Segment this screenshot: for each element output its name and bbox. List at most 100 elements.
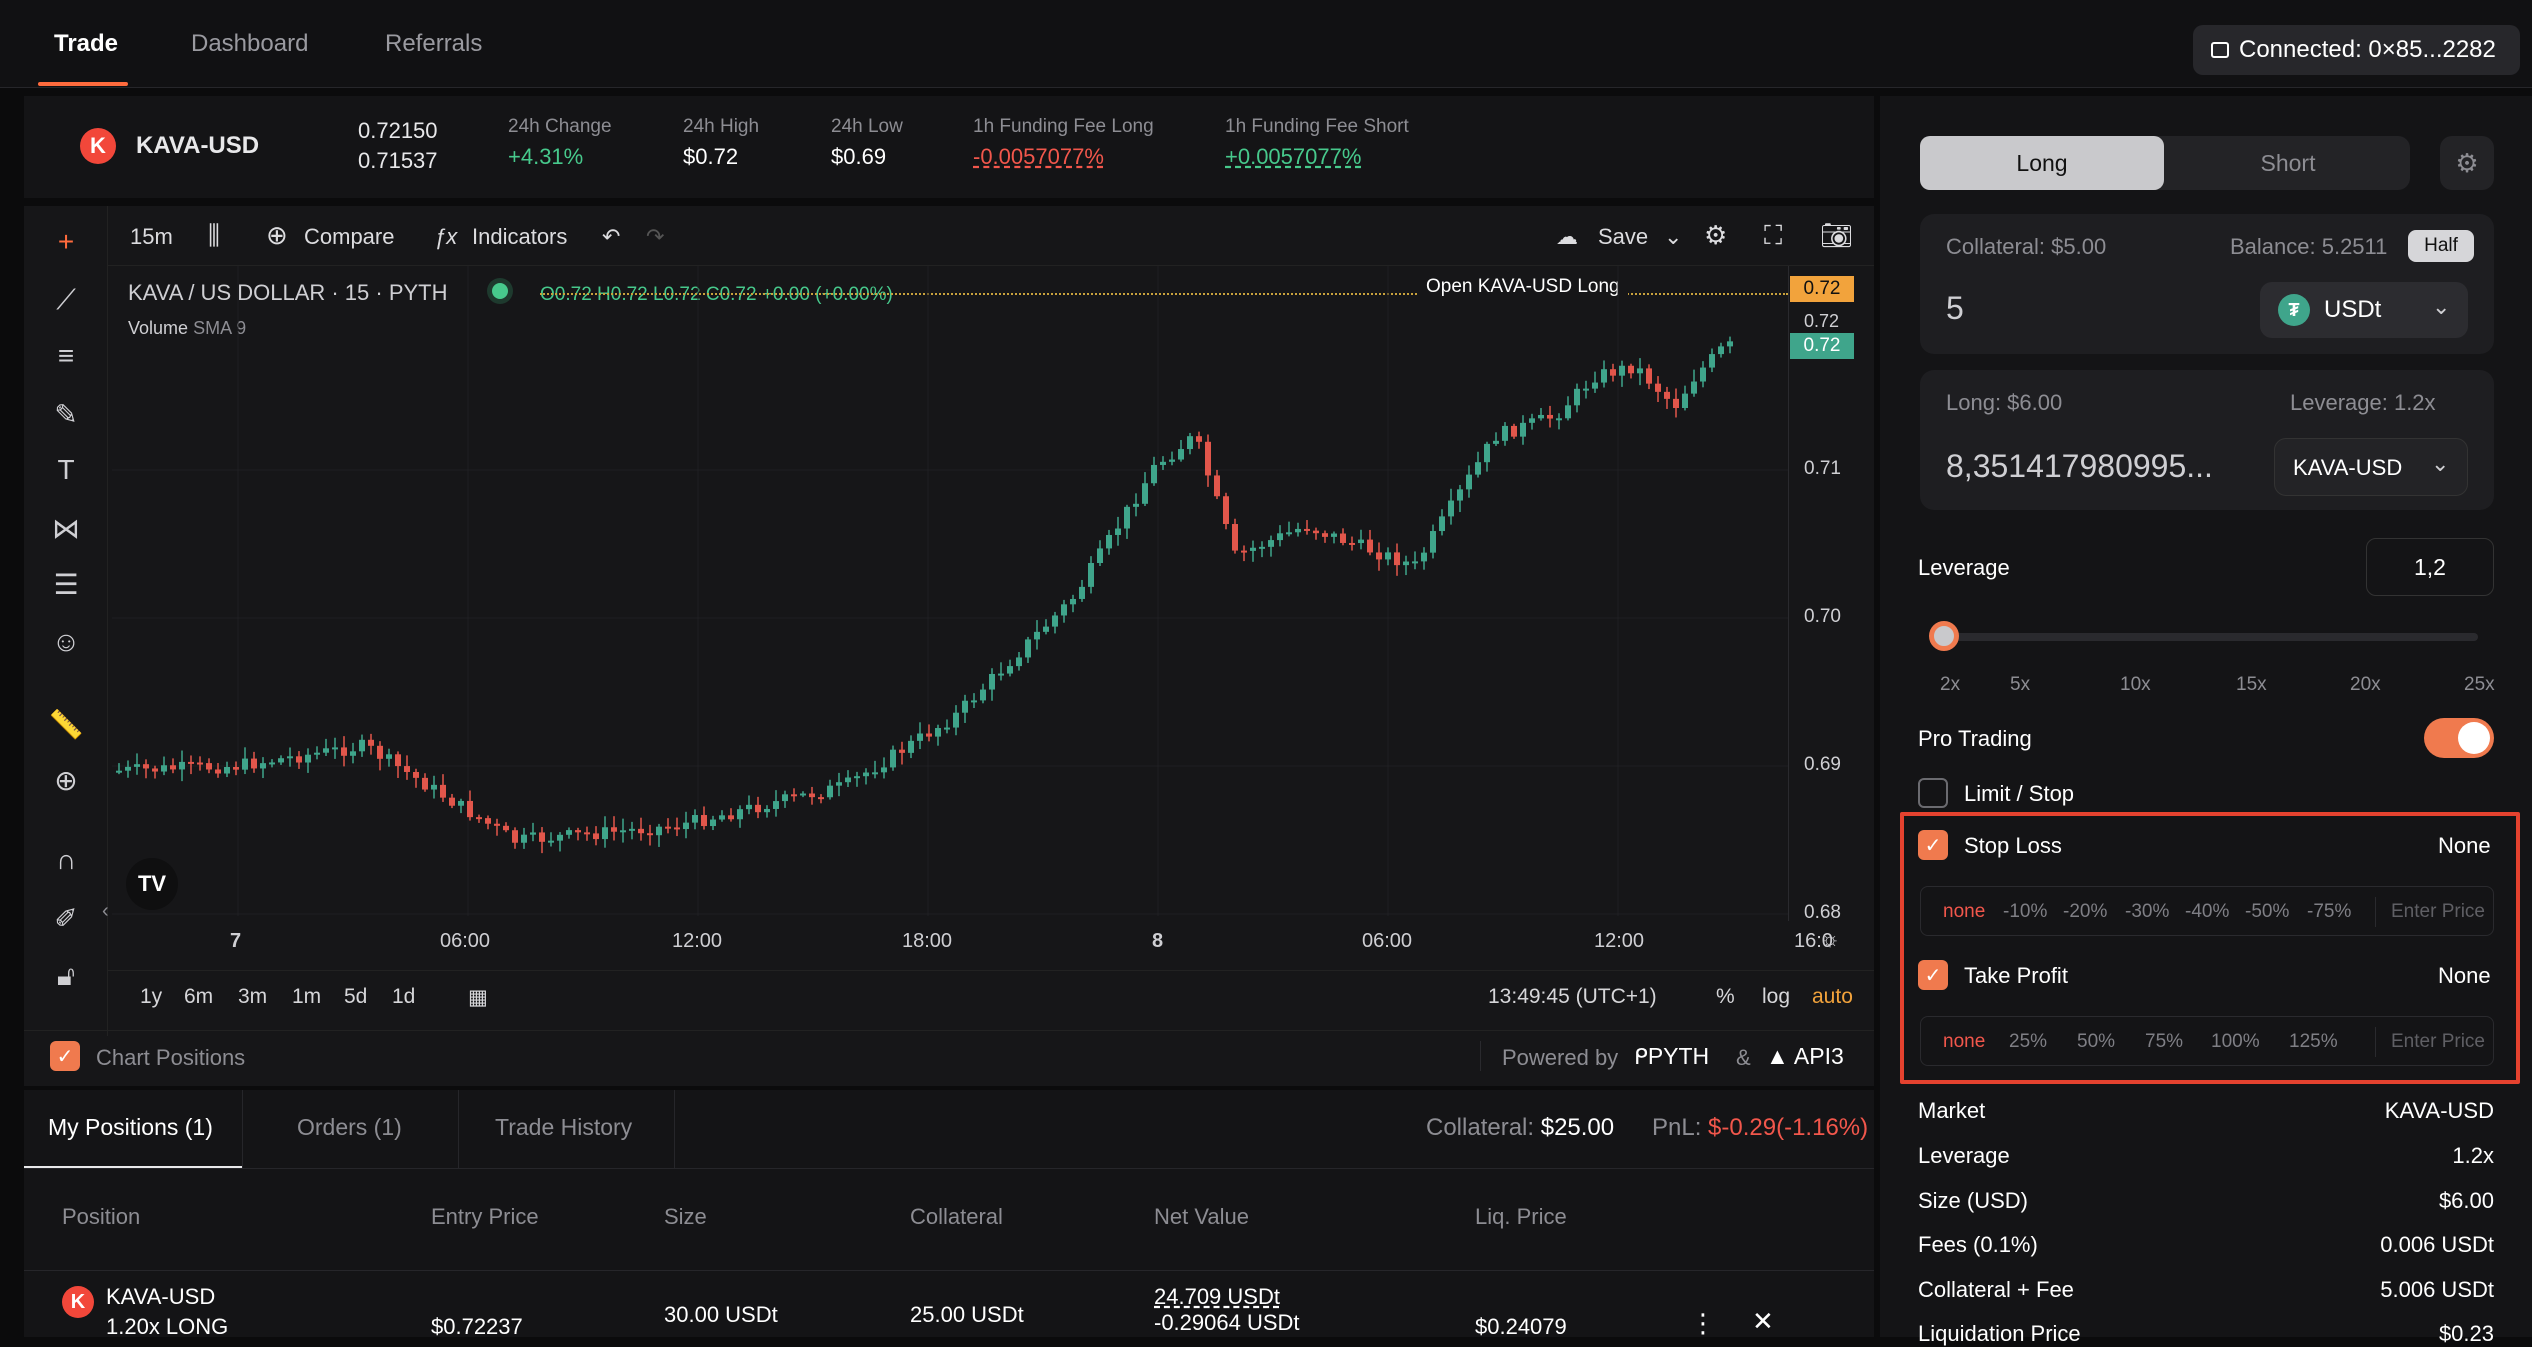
range-1m[interactable]: 1m bbox=[292, 985, 321, 1009]
collateral-amount-input[interactable]: 5 bbox=[1946, 290, 1964, 327]
leverage-mark[interactable]: 2x bbox=[1940, 674, 1960, 696]
sl-option[interactable]: -40% bbox=[2185, 901, 2229, 923]
stat-funding-short[interactable]: +0.0057077% bbox=[1225, 144, 1361, 170]
interval-button[interactable]: 15m bbox=[130, 224, 173, 250]
percent-toggle[interactable]: % bbox=[1716, 985, 1735, 1009]
calendar-icon[interactable]: ▦ bbox=[468, 985, 488, 1010]
liq-price: $0.24079 bbox=[1475, 1314, 1567, 1339]
candle-body bbox=[278, 758, 284, 763]
gear-icon[interactable]: ⚙ bbox=[1704, 220, 1727, 251]
trendline-icon[interactable]: ⟋ bbox=[44, 278, 88, 322]
pair-label[interactable]: KAVA-USD bbox=[136, 132, 259, 160]
tp-option[interactable]: 50% bbox=[2077, 1031, 2115, 1053]
candlestick-chart[interactable] bbox=[112, 266, 1788, 916]
sun-icon[interactable]: ☼ bbox=[1820, 926, 1840, 952]
leverage-mark[interactable]: 5x bbox=[2010, 674, 2030, 696]
pro-trading-toggle[interactable] bbox=[2424, 718, 2494, 758]
compare-plus-icon[interactable]: ⊕ bbox=[266, 220, 288, 251]
token-select[interactable]: ₮ USDt ⌄ bbox=[2260, 282, 2468, 338]
leverage-mark[interactable]: 15x bbox=[2236, 674, 2267, 696]
leverage-mark[interactable]: 10x bbox=[2120, 674, 2151, 696]
tp-option[interactable]: 75% bbox=[2145, 1031, 2183, 1053]
lock-icon[interactable]: 🔓︎ bbox=[44, 954, 88, 998]
text-tool-icon[interactable]: T bbox=[44, 448, 88, 492]
nav-tab-trade[interactable]: Trade bbox=[54, 30, 118, 58]
tab-my-positions[interactable]: My Positions (1) bbox=[48, 1114, 213, 1141]
ruler-icon[interactable]: 📏 bbox=[44, 702, 88, 746]
sl-option[interactable]: -75% bbox=[2307, 901, 2351, 923]
fib-lines-icon[interactable]: ≡ bbox=[44, 334, 88, 378]
log-toggle[interactable]: log bbox=[1762, 985, 1790, 1009]
half-button[interactable]: Half bbox=[2408, 230, 2474, 262]
range-6m[interactable]: 6m bbox=[184, 985, 213, 1009]
range-1y[interactable]: 1y bbox=[140, 985, 162, 1009]
wallet-connect-button[interactable]: Connected: 0×85...2282 bbox=[2193, 25, 2520, 75]
tab-trade-history[interactable]: Trade History bbox=[495, 1114, 632, 1141]
collapse-toolbar-icon[interactable]: ‹ bbox=[102, 900, 109, 923]
pattern-icon[interactable]: ⋈ bbox=[44, 506, 88, 550]
candle-body bbox=[134, 764, 140, 767]
indicators-fx-icon[interactable]: ƒx bbox=[434, 224, 457, 250]
range-1d[interactable]: 1d bbox=[392, 985, 415, 1009]
candle-body bbox=[1169, 459, 1175, 462]
prediction-icon[interactable]: ☰ bbox=[44, 562, 88, 606]
tp-option[interactable]: 125% bbox=[2289, 1031, 2338, 1053]
zoom-in-icon[interactable]: ⊕ bbox=[44, 758, 88, 802]
emoji-icon[interactable]: ☺ bbox=[44, 620, 88, 664]
clock-readout[interactable]: 13:49:45 (UTC+1) bbox=[1488, 985, 1657, 1009]
nav-tab-dashboard[interactable]: Dashboard bbox=[191, 30, 308, 58]
long-amount-input[interactable]: 8,351417980995... bbox=[1946, 448, 2213, 485]
short-tab[interactable]: Short bbox=[2166, 136, 2410, 190]
leverage-input[interactable]: 1,2 bbox=[2366, 538, 2494, 596]
limit-stop-checkbox[interactable] bbox=[1918, 778, 1948, 808]
net-value[interactable]: 24.709 USDt bbox=[1154, 1284, 1280, 1310]
more-options-icon[interactable]: ⋮ bbox=[1690, 1308, 1716, 1339]
sl-price-input[interactable]: Enter Price bbox=[2391, 901, 2485, 923]
indicators-button[interactable]: Indicators bbox=[472, 224, 567, 250]
candle-body bbox=[611, 827, 617, 832]
stat-funding-long[interactable]: -0.0057077% bbox=[973, 144, 1104, 170]
leverage-slider-track[interactable] bbox=[1929, 621, 2478, 651]
fullscreen-icon[interactable]: ⛶ bbox=[1764, 220, 1782, 252]
candle-type-icon[interactable]: ⫼ bbox=[208, 220, 220, 252]
brush-icon[interactable]: ✎ bbox=[44, 392, 88, 436]
range-5d[interactable]: 5d bbox=[344, 985, 367, 1009]
sl-option[interactable]: -50% bbox=[2245, 901, 2289, 923]
auto-toggle[interactable]: auto bbox=[1812, 985, 1853, 1009]
gear-icon[interactable]: ⚙ bbox=[2440, 136, 2494, 190]
camera-icon[interactable]: 📷︎ bbox=[1820, 220, 1853, 251]
crosshair-icon[interactable]: + bbox=[44, 220, 88, 264]
market-select[interactable]: KAVA-USD ⌄ bbox=[2274, 438, 2468, 496]
save-button[interactable]: Save bbox=[1598, 224, 1648, 250]
sl-option[interactable]: -10% bbox=[2003, 901, 2047, 923]
redo-icon[interactable]: ↷ bbox=[646, 224, 664, 250]
undo-icon[interactable]: ↶ bbox=[602, 224, 620, 250]
tab-orders[interactable]: Orders (1) bbox=[297, 1114, 402, 1141]
tp-price-input[interactable]: Enter Price bbox=[2391, 1031, 2485, 1053]
sl-option[interactable]: -20% bbox=[2063, 901, 2107, 923]
table-row[interactable]: K KAVA-USD 1.20x LONG $0.72237 30.00 USD… bbox=[24, 1280, 1874, 1339]
leverage-mark[interactable]: 25x bbox=[2464, 674, 2495, 696]
sl-option-none[interactable]: none bbox=[1943, 901, 1985, 923]
tradingview-logo-icon[interactable]: TV bbox=[126, 858, 178, 910]
compare-button[interactable]: Compare bbox=[304, 224, 394, 250]
tp-option-none[interactable]: none bbox=[1943, 1031, 1985, 1053]
stop-loss-checkbox[interactable]: ✓ bbox=[1918, 830, 1948, 860]
range-3m[interactable]: 3m bbox=[238, 985, 267, 1009]
leverage-mark[interactable]: 20x bbox=[2350, 674, 2381, 696]
tp-option[interactable]: 25% bbox=[2009, 1031, 2047, 1053]
cloud-icon[interactable]: ☁ bbox=[1556, 224, 1578, 250]
price-axis-divider bbox=[1788, 266, 1789, 921]
close-icon[interactable]: ✕ bbox=[1752, 1306, 1774, 1337]
tp-option[interactable]: 100% bbox=[2211, 1031, 2260, 1053]
candle-body bbox=[1115, 528, 1121, 535]
nav-tab-referrals[interactable]: Referrals bbox=[385, 30, 482, 58]
long-tab[interactable]: Long bbox=[1920, 136, 2164, 190]
sl-option[interactable]: -30% bbox=[2125, 901, 2169, 923]
lock-pencil-icon[interactable]: ✐ bbox=[44, 896, 88, 940]
magnet-icon[interactable]: ∩ bbox=[44, 838, 88, 882]
take-profit-checkbox[interactable]: ✓ bbox=[1918, 960, 1948, 990]
chevron-down-icon[interactable]: ⌄ bbox=[1664, 224, 1682, 250]
chart-positions-checkbox[interactable]: ✓ bbox=[50, 1041, 80, 1071]
leverage-label: Leverage: 1.2x bbox=[2290, 390, 2436, 415]
